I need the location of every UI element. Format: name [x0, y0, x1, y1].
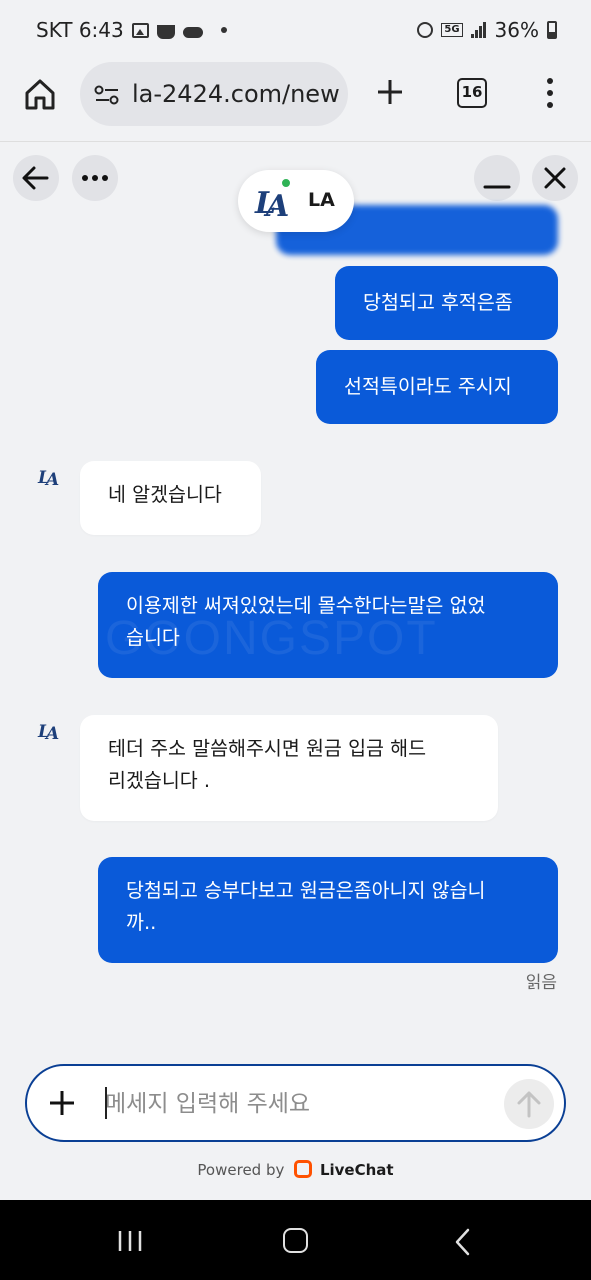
agent-small-avatar-icon: L A — [37, 722, 59, 744]
network-5g-icon: 5G — [441, 23, 463, 37]
message-line: 리겠습니다 . — [108, 769, 211, 792]
message-text: 네 알겠습니다 — [108, 483, 222, 506]
recent-apps-icon[interactable] — [117, 1230, 143, 1252]
powered-by[interactable]: Powered by LiveChat — [0, 1160, 591, 1179]
livechat-logo-icon — [294, 1160, 313, 1178]
arrow-left-icon — [22, 166, 49, 190]
message-line: 당첨되고 승부다보고 원금은좀아니지 않습니 — [126, 879, 486, 902]
minimize-button[interactable] — [474, 155, 520, 201]
battery-percent: 36% — [494, 18, 539, 42]
attach-button[interactable] — [47, 1088, 77, 1118]
powered-by-label: Powered by — [197, 1161, 285, 1179]
plus-icon — [378, 80, 402, 104]
message-line: 까.. — [126, 911, 157, 934]
minimize-icon — [483, 185, 511, 189]
plus-icon — [50, 1091, 74, 1115]
svg-text:A: A — [263, 189, 289, 224]
message-text: 당첨되고 후적은좀 — [363, 291, 513, 314]
more-notifications-dot-icon — [220, 27, 227, 33]
site-settings-icon[interactable] — [94, 84, 120, 106]
message-composer — [25, 1064, 566, 1142]
tabs-button[interactable]: 16 — [457, 78, 487, 108]
menu-dot-icon — [547, 90, 553, 96]
menu-button[interactable] — [540, 76, 560, 110]
svg-text:A: A — [44, 470, 59, 490]
read-receipt: 읽음 — [525, 973, 557, 993]
cloud-notification-icon — [182, 26, 203, 38]
carrier-time: SKT 6:43 — [36, 18, 124, 42]
message-visitor: 당첨되고 승부다보고 원금은좀아니지 않습니 까.. — [98, 857, 558, 963]
close-icon — [544, 167, 566, 189]
chat-window: L A LA 당첨되고 후적은좀 선적특이라도 주시지 L A 네 알겠습니다 … — [0, 143, 591, 1200]
battery-icon — [547, 21, 557, 39]
coffee-notification-icon — [156, 24, 175, 39]
message-text: 선적특이라도 주시지 — [344, 375, 512, 398]
status-bar: SKT 6:43 5G 36% — [0, 0, 591, 62]
home-button[interactable] — [22, 76, 58, 112]
home-icon — [25, 79, 55, 110]
message-input[interactable] — [105, 1086, 495, 1122]
gallery-notification-icon — [131, 22, 149, 38]
online-status-indicator — [280, 177, 292, 189]
agent-name: LA — [308, 189, 335, 211]
send-button[interactable] — [504, 1079, 554, 1129]
watermark: GOONGSPOT — [105, 612, 438, 665]
more-options-button[interactable] — [72, 155, 118, 201]
back-nav-icon[interactable] — [453, 1228, 471, 1256]
agent-header[interactable]: L A LA — [238, 170, 354, 232]
agent-small-avatar-icon: L A — [37, 468, 59, 490]
menu-dot-icon — [547, 102, 553, 108]
status-left: SKT 6:43 — [36, 18, 227, 42]
status-right: 5G 36% — [417, 18, 557, 42]
message-agent: 테더 주소 말씀해주시면 원금 입금 해드 리겠습니다 . — [80, 715, 498, 821]
livechat-brand: LiveChat — [319, 1161, 394, 1179]
ellipsis-icon — [82, 175, 108, 181]
svg-text:A: A — [44, 724, 59, 744]
signal-icon — [470, 22, 487, 38]
back-button[interactable] — [13, 155, 59, 201]
close-button[interactable] — [532, 155, 578, 201]
message-line: 테더 주소 말씀해주시면 원금 입금 해드 — [108, 737, 427, 760]
message-agent: 네 알겠습니다 — [80, 461, 261, 535]
browser-toolbar: la-2424.com/new 16 — [0, 62, 591, 142]
text-cursor — [105, 1087, 107, 1119]
message-visitor: 선적특이라도 주시지 — [316, 350, 558, 424]
new-tab-button[interactable] — [374, 76, 406, 108]
arrow-up-icon — [517, 1091, 541, 1118]
alarm-icon — [417, 22, 434, 38]
url-text[interactable]: la-2424.com/new — [132, 80, 342, 108]
home-nav-icon[interactable] — [283, 1228, 308, 1253]
address-bar[interactable]: la-2424.com/new — [80, 62, 348, 126]
system-navigation-bar — [0, 1200, 591, 1280]
message-visitor: 당첨되고 후적은좀 — [335, 266, 558, 340]
menu-dot-icon — [547, 78, 553, 84]
